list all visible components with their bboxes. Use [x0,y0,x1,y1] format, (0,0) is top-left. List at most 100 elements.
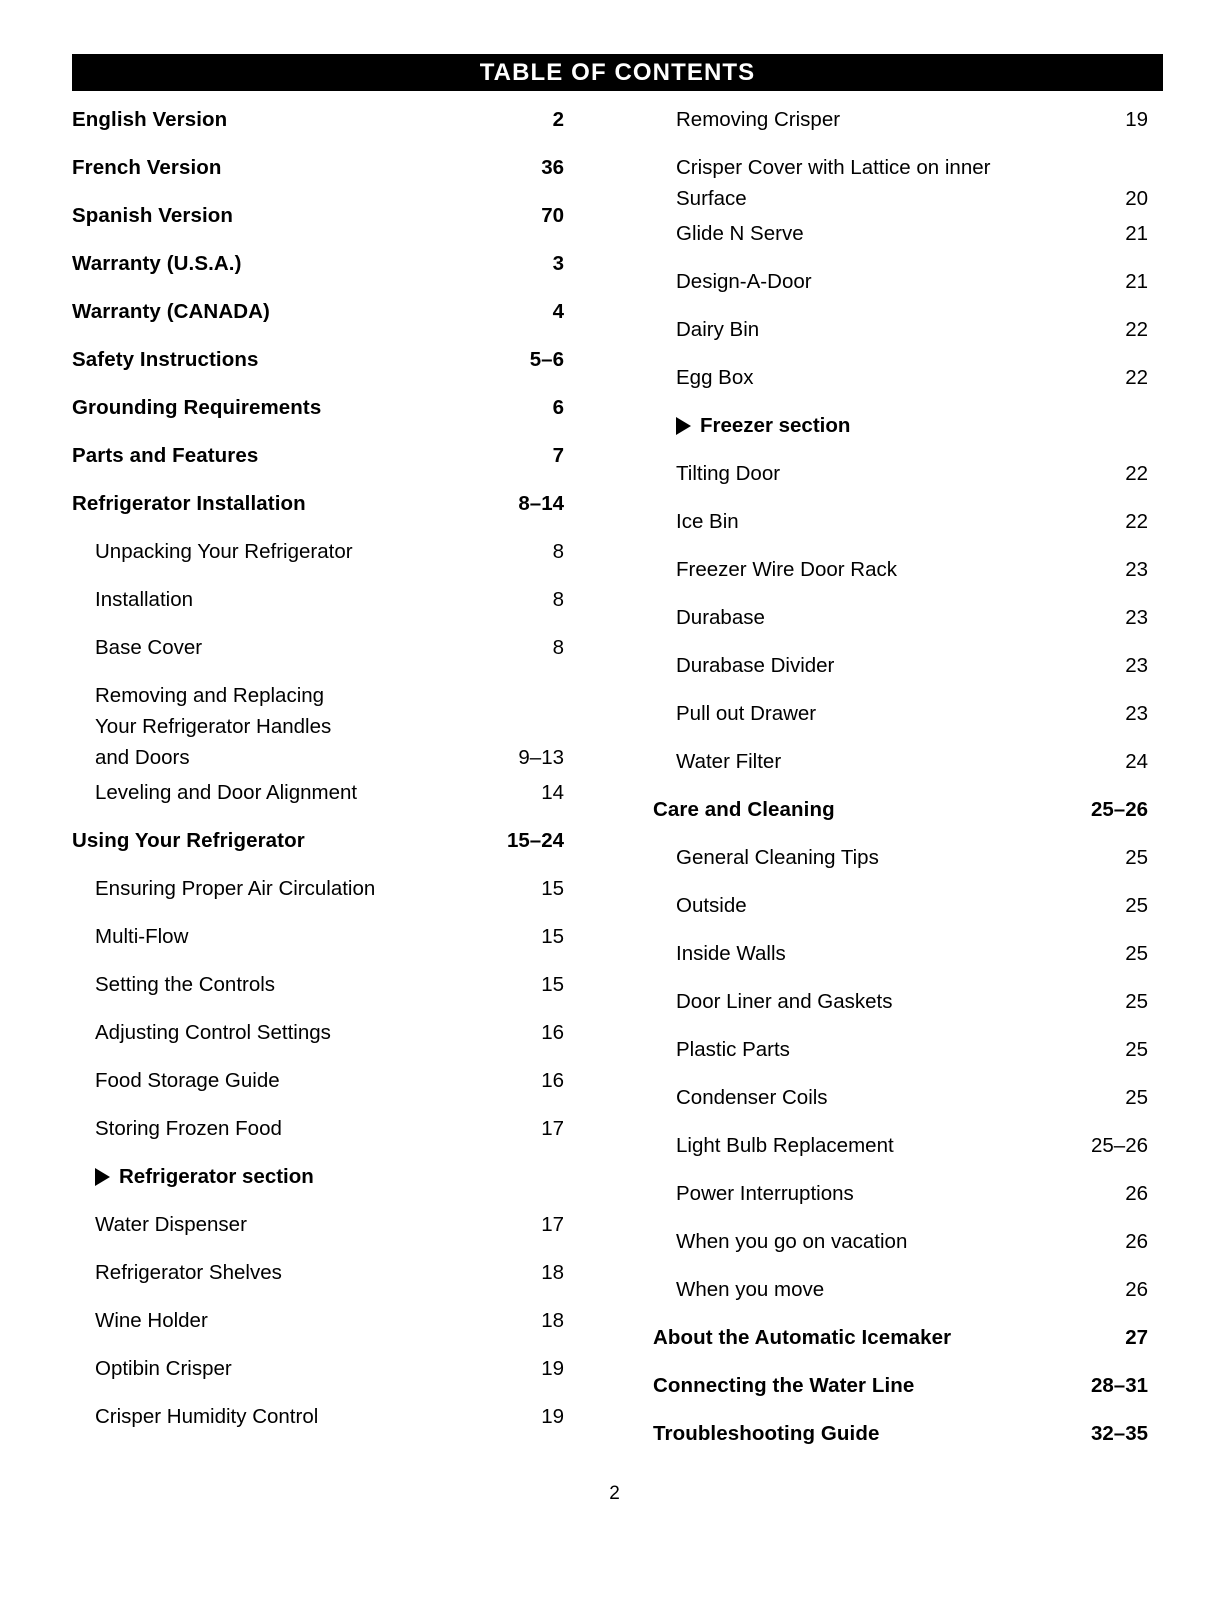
toc-entry[interactable]: Base Cover 8 [72,628,564,676]
toc-entry[interactable]: Safety Instructions 5–6 [72,340,564,388]
toc-entry-label: Refrigerator Installation [72,492,306,515]
toc-entry[interactable]: Warranty (U.S.A.) 3 [72,244,564,292]
toc-entry[interactable]: Refrigerator section [72,1157,564,1205]
toc-entry-label: Durabase [676,606,765,629]
toc-entry[interactable]: Storing Frozen Food 17 [72,1109,564,1157]
toc-entry-page: 70 [541,204,564,227]
toc-entry[interactable]: Water Filter 24 [653,742,1148,790]
toc-entry[interactable]: Leveling and Door Alignment 14 [72,773,564,821]
toc-entry-label: French Version [72,156,222,179]
toc-entry-page: 17 [541,1117,564,1140]
toc-entry-label: Leveling and Door Alignment [95,781,358,804]
toc-page: TABLE OF CONTENTS English Version 2 French… [0,0,1229,1600]
toc-entry-label: When you go on vacation [676,1230,908,1253]
toc-entry[interactable]: Multi-Flow 15 [72,917,564,965]
toc-entry-page: 22 [1125,510,1148,533]
toc-entry-label: Unpacking Your Refrigerator [95,540,353,563]
toc-entry-label: Setting the Controls [95,973,276,996]
toc-entry-label: Removing and Replacing Your Refrigerator… [95,684,332,769]
toc-entry-label: Troubleshooting Guide [653,1422,880,1445]
toc-entry[interactable]: Ice Bin 22 [653,502,1148,550]
toc-entry[interactable]: Egg Box 22 [653,358,1148,406]
toc-entry-label: When you move [676,1278,825,1301]
toc-entry[interactable]: Care and Cleaning 25–26 [653,790,1148,838]
toc-entry-label: General Cleaning Tips [676,846,879,869]
toc-entry[interactable]: Tilting Door 22 [653,454,1148,502]
toc-entry-page: 5–6 [529,348,564,371]
toc-entry[interactable]: Adjusting Control Settings 16 [72,1013,564,1061]
toc-entry[interactable]: About the Automatic Icemaker 27 [653,1318,1148,1366]
toc-entry[interactable]: Removing and Replacing Your Refrigerator… [72,676,564,773]
toc-entry-label: Base Cover [95,636,203,659]
toc-entry-page: 14 [541,781,564,804]
toc-entry-page: 9–13 [518,746,564,769]
toc-entry-page: 8–14 [518,492,564,515]
toc-entry[interactable]: Using Your Refrigerator 15–24 [72,821,564,869]
toc-entry-page: 15 [541,973,564,996]
toc-entry[interactable]: Power Interruptions 26 [653,1174,1148,1222]
toc-entry-page: 25 [1125,1086,1148,1109]
toc-entry-page: 18 [541,1309,564,1332]
page-title: TABLE OF CONTENTS [479,58,756,86]
toc-entry-page: 25–26 [1090,1134,1148,1157]
toc-entry[interactable]: Ensuring Proper Air Circulation 15 [72,869,564,917]
toc-entry[interactable]: Grounding Requirements 6 [72,388,564,436]
toc-entry-page: 15 [541,877,564,900]
toc-right-column: Removing Crisper 19 Crisper Cover with Lat… [653,100,1148,1462]
toc-entry[interactable]: Warranty (CANADA) 4 [72,292,564,340]
toc-entry[interactable]: Spanish Version 70 [72,196,564,244]
toc-entry-label: Warranty (CANADA) [72,300,270,323]
toc-entry-label: Warranty (U.S.A.) [72,252,242,275]
toc-entry[interactable]: English Version 2 [72,100,564,148]
toc-entry-label: Food Storage Guide [95,1069,280,1092]
toc-entry[interactable]: Condenser Coils 25 [653,1078,1148,1126]
toc-entry[interactable]: When you move 26 [653,1270,1148,1318]
toc-entry[interactable]: Wine Holder 18 [72,1301,564,1349]
toc-entry[interactable]: Connecting the Water Line 28–31 [653,1366,1148,1414]
toc-entry[interactable]: French Version 36 [72,148,564,196]
toc-entry[interactable]: General Cleaning Tips 25 [653,838,1148,886]
toc-entry[interactable]: Parts and Features 7 [72,436,564,484]
toc-left-column: English Version 2 French Version 36 Spanish … [72,100,564,1445]
toc-entry[interactable]: Freezer section [653,406,1148,454]
toc-entry[interactable]: Setting the Controls 15 [72,965,564,1013]
toc-entry[interactable]: Troubleshooting Guide 32–35 [653,1414,1148,1462]
toc-entry-label: Outside [676,894,747,917]
toc-entry-label: Grounding Requirements [72,396,322,419]
toc-entry-page: 32–35 [1090,1422,1148,1445]
footer-page-number: 2 [609,1483,620,1504]
toc-entry-page: 8 [552,636,564,659]
toc-entry[interactable]: Pull out Drawer 23 [653,694,1148,742]
toc-entry[interactable]: Durabase 23 [653,598,1148,646]
toc-entry-page: 21 [1125,222,1148,245]
toc-entry[interactable]: Crisper Cover with Lattice on inner Surf… [653,148,1148,214]
toc-entry[interactable]: Water Dispenser 17 [72,1205,564,1253]
toc-entry[interactable]: Light Bulb Replacement 25–26 [653,1126,1148,1174]
toc-entry[interactable]: When you go on vacation 26 [653,1222,1148,1270]
toc-entry-page: 24 [1125,750,1148,773]
toc-entry[interactable]: Crisper Humidity Control 19 [72,1397,564,1445]
toc-entry[interactable]: Glide N Serve 21 [653,214,1148,262]
toc-entry-page: 22 [1125,318,1148,341]
toc-entry[interactable]: Dairy Bin 22 [653,310,1148,358]
toc-entry-label: Tilting Door [676,462,781,485]
toc-entry-page: 6 [552,396,564,419]
toc-entry[interactable]: Design-A-Door 21 [653,262,1148,310]
toc-entry[interactable]: Inside Walls 25 [653,934,1148,982]
toc-entry[interactable]: Installation 8 [72,580,564,628]
toc-entry[interactable]: Freezer Wire Door Rack 23 [653,550,1148,598]
toc-entry[interactable]: Refrigerator Shelves 18 [72,1253,564,1301]
toc-entry[interactable]: Outside 25 [653,886,1148,934]
toc-entry-label: Wine Holder [95,1309,208,1332]
toc-entry[interactable]: Removing Crisper 19 [653,100,1148,148]
toc-entry[interactable]: Food Storage Guide 16 [72,1061,564,1109]
toc-entry-label: Crisper Humidity Control [95,1405,319,1428]
toc-entry[interactable]: Unpacking Your Refrigerator 8 [72,532,564,580]
toc-entry[interactable]: Durabase Divider 23 [653,646,1148,694]
toc-entry-page: 25 [1125,846,1148,869]
toc-entry[interactable]: Refrigerator Installation 8–14 [72,484,564,532]
toc-entry[interactable]: Optibin Crisper 19 [72,1349,564,1397]
toc-entry[interactable]: Door Liner and Gaskets 25 [653,982,1148,1030]
toc-entry-page: 25–26 [1090,798,1148,821]
toc-entry[interactable]: Plastic Parts 25 [653,1030,1148,1078]
